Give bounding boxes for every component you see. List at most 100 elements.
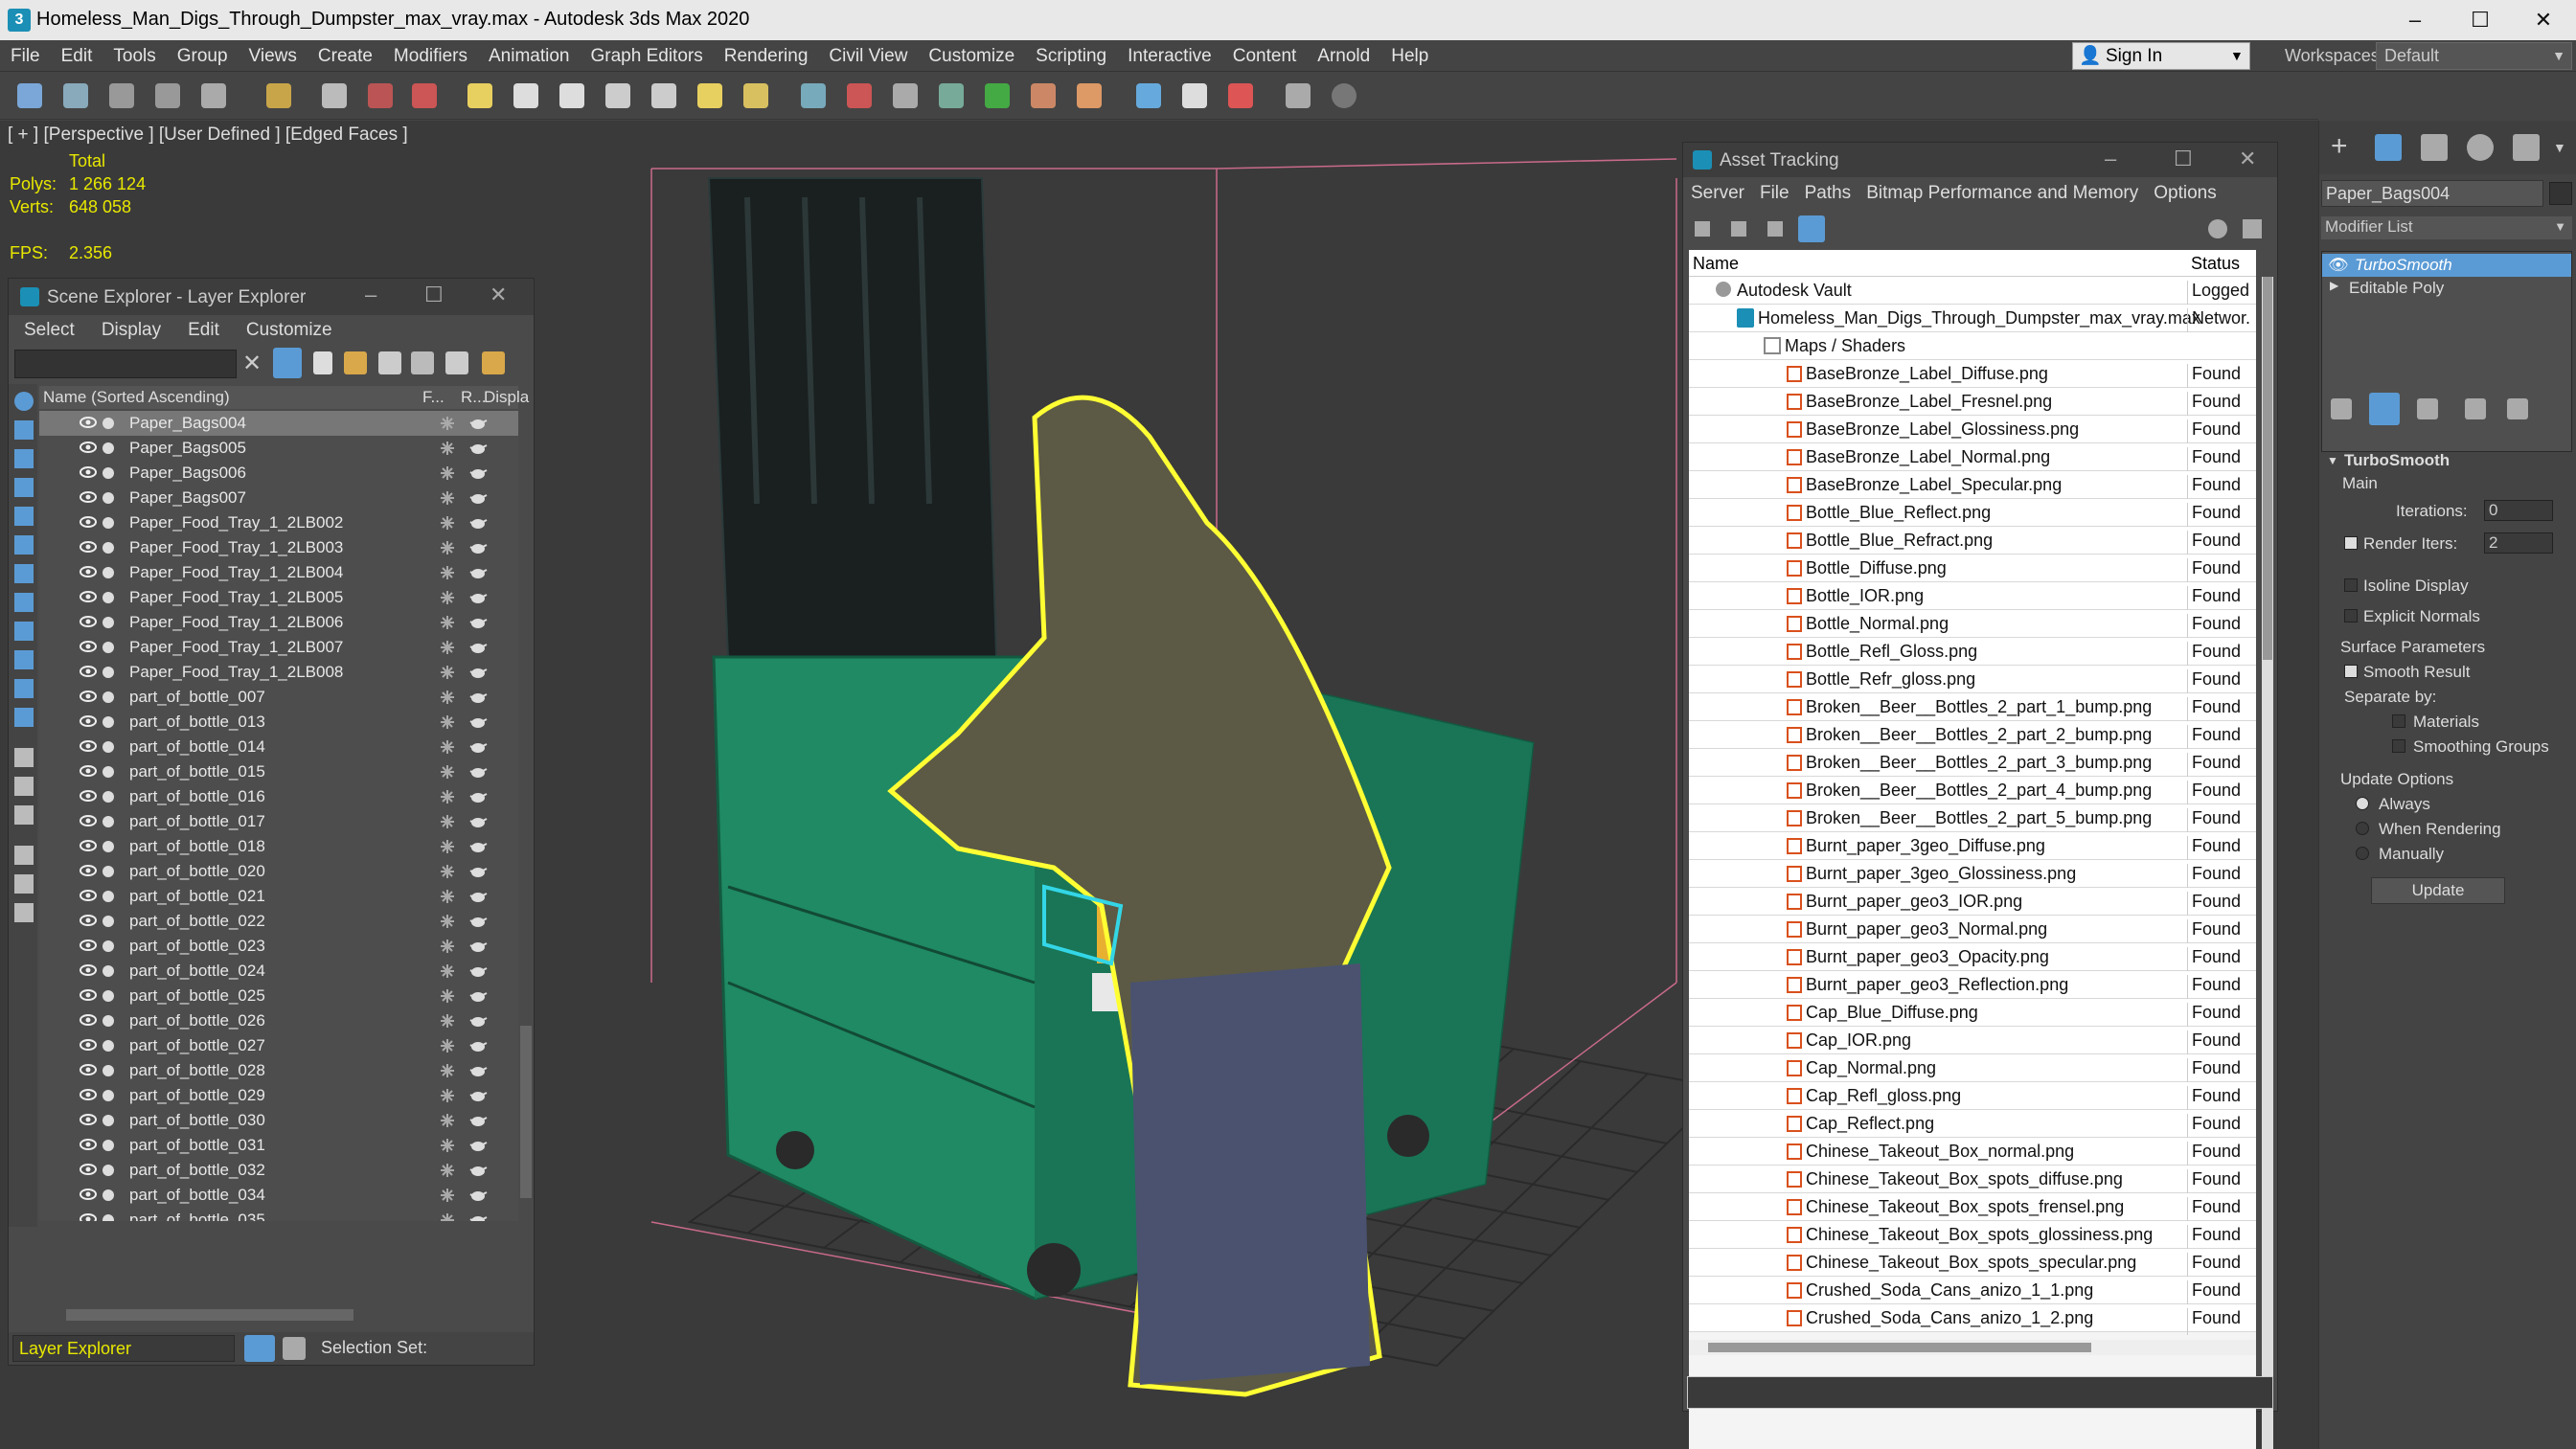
menu-edit[interactable]: Edit xyxy=(51,40,103,72)
layer-manager-icon[interactable] xyxy=(893,83,918,108)
collapse-arrow-icon[interactable]: ▼ xyxy=(2327,454,2338,467)
se-object-row[interactable]: part_of_bottle_022 xyxy=(39,909,518,934)
teapot-icon[interactable] xyxy=(468,441,488,455)
eye-icon[interactable] xyxy=(80,515,97,529)
create-tab-icon[interactable]: + xyxy=(2331,132,2358,161)
se-object-row[interactable]: Paper_Food_Tray_1_2LB008 xyxy=(39,660,518,685)
filter-icon[interactable] xyxy=(273,348,302,378)
renderable-toggle-icon[interactable] xyxy=(103,1015,114,1027)
expand-arrow-icon[interactable]: ▶ xyxy=(2330,279,2338,292)
se-object-row[interactable]: part_of_bottle_021 xyxy=(39,884,518,909)
teapot-icon[interactable] xyxy=(468,815,488,828)
asset-row[interactable]: Broken__Beer__Bottles_2_part_5_bump.png F… xyxy=(1689,804,2256,835)
teapot-icon[interactable] xyxy=(468,541,488,555)
se-object-row[interactable]: Paper_Bags006 xyxy=(39,461,518,486)
render-setup-icon[interactable] xyxy=(1136,83,1161,108)
asset-tracking-titlebar[interactable]: Asset Tracking – ☐ ✕ xyxy=(1683,143,2277,177)
freeze-icon[interactable] xyxy=(440,1188,455,1203)
eye-icon[interactable]: 👁 xyxy=(2328,256,2349,275)
eye-icon[interactable] xyxy=(80,1013,97,1027)
freeze-icon[interactable] xyxy=(440,490,455,506)
remove-modifier-icon[interactable] xyxy=(2465,398,2486,419)
eye-icon[interactable] xyxy=(80,465,97,479)
menu-modifiers[interactable]: Modifiers xyxy=(383,40,478,72)
display-frozen-icon[interactable] xyxy=(14,679,34,698)
renderable-toggle-icon[interactable] xyxy=(103,1115,114,1126)
se-object-row[interactable]: Paper_Bags005 xyxy=(39,436,518,461)
teapot-icon[interactable] xyxy=(468,516,488,530)
manually-radio[interactable] xyxy=(2356,847,2369,860)
menu-customize[interactable]: Customize xyxy=(918,40,1025,72)
eye-icon[interactable] xyxy=(80,1212,97,1221)
renderable-toggle-icon[interactable] xyxy=(103,1040,114,1052)
se-object-row[interactable]: Paper_Food_Tray_1_2LB002 xyxy=(39,510,518,535)
render-icon[interactable] xyxy=(1228,83,1253,108)
eye-icon[interactable] xyxy=(80,690,97,703)
always-radio[interactable] xyxy=(2356,797,2369,810)
freeze-icon[interactable] xyxy=(440,465,455,481)
help-icon[interactable] xyxy=(1332,83,1356,108)
teapot-icon[interactable] xyxy=(468,790,488,804)
freeze-icon[interactable] xyxy=(440,963,455,979)
freeze-icon[interactable] xyxy=(440,1038,455,1053)
renderable-toggle-icon[interactable] xyxy=(103,517,114,529)
se-object-row[interactable]: part_of_bottle_020 xyxy=(39,859,518,884)
layers-icon[interactable] xyxy=(378,351,401,374)
menu-tools[interactable]: Tools xyxy=(103,40,166,72)
smooth-result-checkbox[interactable] xyxy=(2344,665,2358,678)
maximize-icon[interactable]: ☐ xyxy=(424,283,444,307)
asset-row[interactable]: Cap_IOR.png Found xyxy=(1689,1027,2256,1057)
freeze-icon[interactable] xyxy=(440,914,455,929)
freeze-icon[interactable] xyxy=(440,714,455,730)
minimize-icon[interactable]: – xyxy=(2105,147,2116,171)
freeze-icon[interactable] xyxy=(440,515,455,531)
eye-icon[interactable] xyxy=(80,1063,97,1076)
teapot-icon[interactable] xyxy=(468,466,488,480)
freeze-icon[interactable] xyxy=(440,1063,455,1078)
se-object-row[interactable]: Paper_Food_Tray_1_2LB007 xyxy=(39,635,518,660)
workspaces-select[interactable]: Default ▼ xyxy=(2376,42,2572,70)
eye-icon[interactable] xyxy=(80,714,97,728)
freeze-icon[interactable] xyxy=(440,839,455,854)
se-object-row[interactable]: part_of_bottle_035 xyxy=(39,1208,518,1221)
lock-icon[interactable] xyxy=(313,351,332,374)
explorer-type-select[interactable]: Layer Explorer xyxy=(12,1335,235,1362)
eye-icon[interactable] xyxy=(80,565,97,578)
asset-row[interactable]: Crushed_Soda_Cans_anizo_1_2.png Found xyxy=(1689,1304,2256,1335)
asset-row[interactable]: BaseBronze_Label_Diffuse.png Found xyxy=(1689,360,2256,391)
iterations-spinner[interactable]: 0 xyxy=(2484,500,2553,521)
teapot-icon[interactable] xyxy=(468,616,488,629)
graphite-icon[interactable] xyxy=(939,83,964,108)
asset-row[interactable]: Chinese_Takeout_Box_spots_specular.png Fo… xyxy=(1689,1249,2256,1279)
asset-row[interactable]: BaseBronze_Label_Specular.png Found xyxy=(1689,471,2256,502)
freeze-icon[interactable] xyxy=(440,540,455,555)
teapot-icon[interactable] xyxy=(468,715,488,729)
asset-row[interactable]: Bottle_Normal.png Found xyxy=(1689,610,2256,641)
object-color-swatch[interactable] xyxy=(2549,182,2572,205)
renderable-toggle-icon[interactable] xyxy=(103,791,114,803)
eye-icon[interactable] xyxy=(80,1038,97,1052)
undo-icon[interactable] xyxy=(17,83,42,108)
status-column-header[interactable]: Status xyxy=(2191,254,2240,274)
teapot-icon[interactable] xyxy=(468,641,488,654)
renderable-toggle-icon[interactable] xyxy=(103,1090,114,1101)
asset-row[interactable]: Broken__Beer__Bottles_2_part_1_bump.png F… xyxy=(1689,693,2256,724)
renderable-toggle-icon[interactable] xyxy=(103,642,114,653)
eye-icon[interactable] xyxy=(80,1163,97,1176)
menu-content[interactable]: Content xyxy=(1222,40,1308,72)
modifier-list-dropdown[interactable]: Modifier List ▼ xyxy=(2321,216,2572,239)
renderable-toggle-icon[interactable] xyxy=(103,592,114,603)
display-helpers-icon[interactable] xyxy=(14,507,34,526)
configure-sets-icon[interactable] xyxy=(2507,398,2528,419)
minimize-icon[interactable]: – xyxy=(2382,0,2448,40)
asset-row[interactable]: Homeless_Man_Digs_Through_Dumpster_max_v… xyxy=(1689,305,2256,335)
freeze-icon[interactable] xyxy=(440,1113,455,1128)
asset-row[interactable]: Crushed_Soda_Cans_anizo_1_1.png Found xyxy=(1689,1277,2256,1307)
select-region-icon[interactable] xyxy=(412,83,437,108)
renderable-toggle-icon[interactable] xyxy=(103,965,114,977)
eye-icon[interactable] xyxy=(80,889,97,902)
eye-icon[interactable] xyxy=(80,1088,97,1101)
bind-space-warp-icon[interactable] xyxy=(201,83,226,108)
freeze-icon[interactable] xyxy=(440,615,455,630)
se-menu-edit[interactable]: Edit xyxy=(172,315,231,346)
